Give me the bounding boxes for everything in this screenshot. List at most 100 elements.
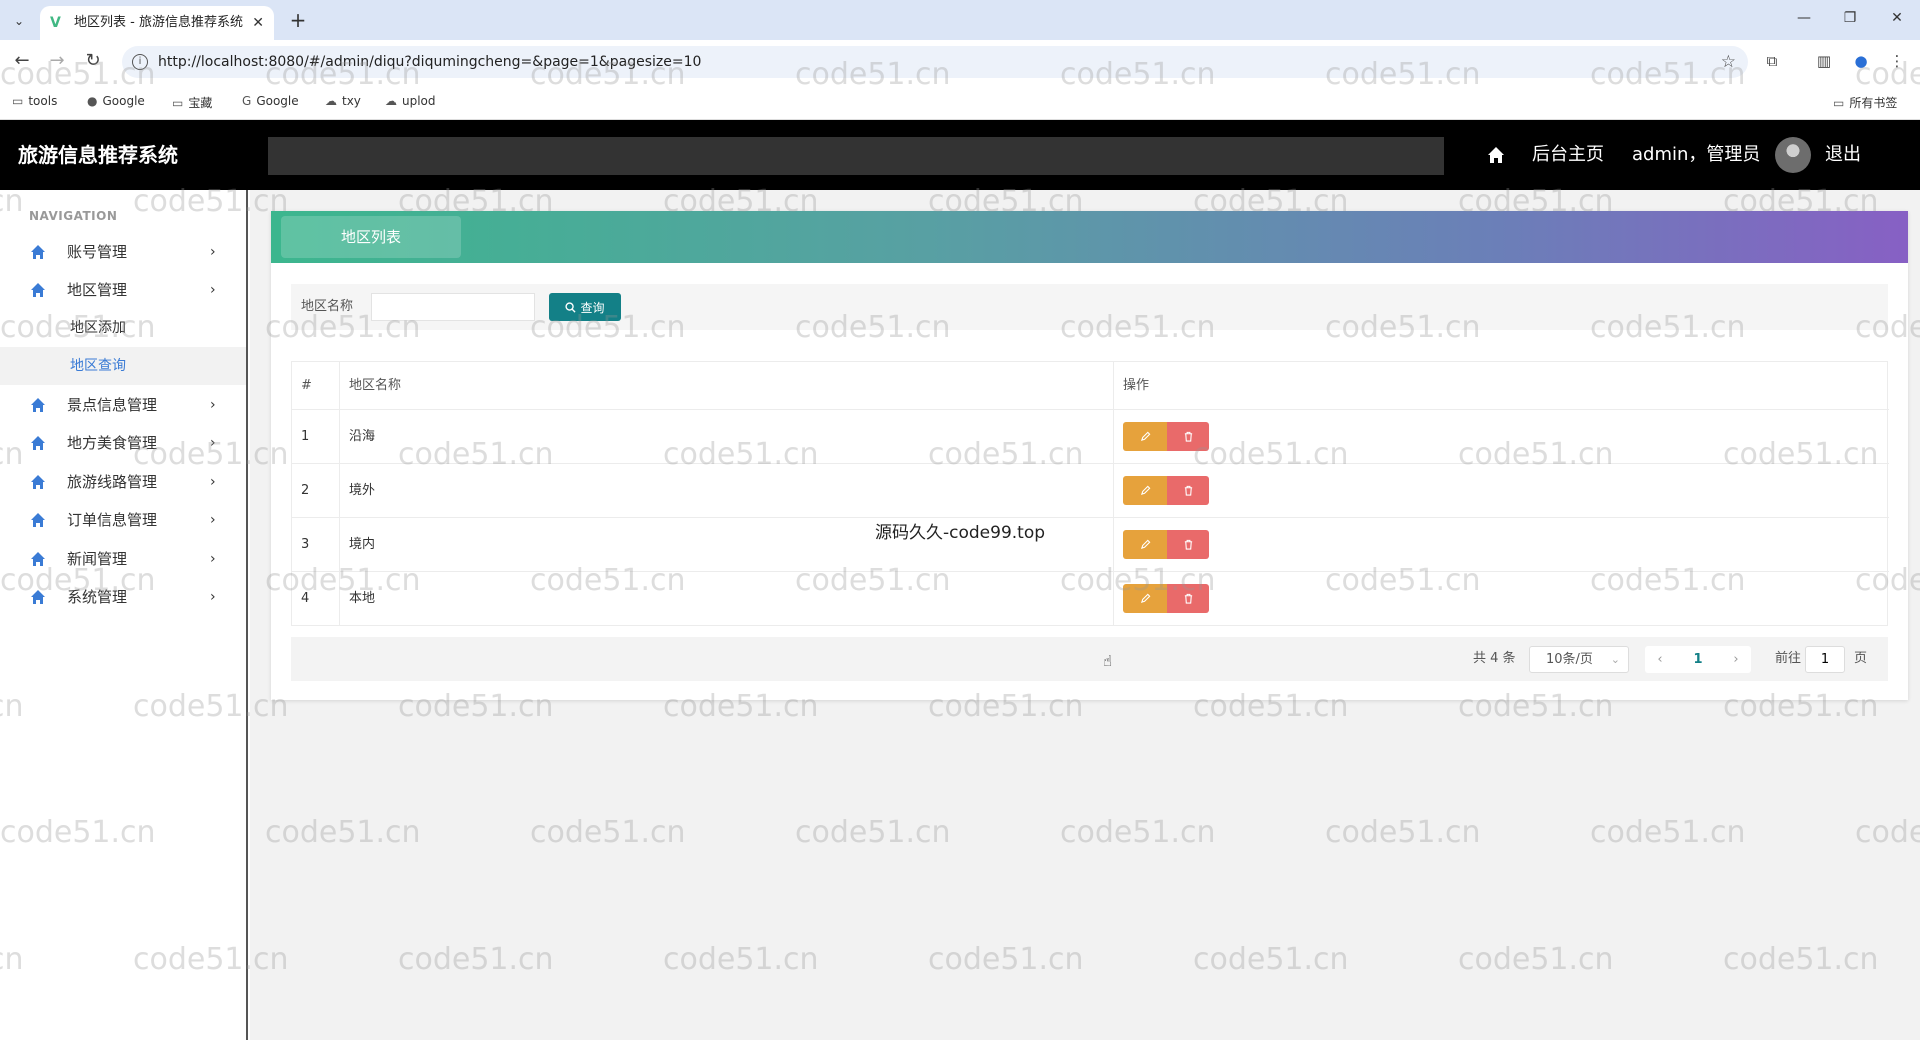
bookmark-uplod[interactable]: ☁ uplod (385, 94, 436, 108)
home-icon (31, 552, 45, 566)
edit-button[interactable] (1123, 584, 1167, 613)
cloud-icon: ☁ (325, 94, 337, 108)
restore-icon[interactable]: ❐ (1838, 10, 1862, 26)
trash-icon (1184, 593, 1192, 604)
home-icon[interactable] (1487, 146, 1505, 164)
home-icon (31, 513, 45, 527)
avatar[interactable] (1775, 137, 1811, 173)
page-suffix: 页 (1854, 651, 1868, 666)
logout-link[interactable]: 退出 (1825, 120, 1861, 190)
delete-button[interactable] (1167, 584, 1209, 613)
search-button[interactable]: 查询 (549, 293, 621, 321)
sidebar-item-food[interactable]: 地方美食管理 › (0, 424, 246, 462)
sidebar-item-system[interactable]: 系统管理 › (0, 578, 246, 616)
pencil-icon (1140, 593, 1150, 604)
home-icon (31, 398, 45, 412)
prev-page-icon[interactable]: ‹ (1651, 646, 1669, 673)
delete-button[interactable] (1167, 530, 1209, 559)
bookmark-txy[interactable]: ☁ txy (325, 94, 361, 108)
chevron-right-icon: › (210, 589, 216, 605)
edit-button[interactable] (1123, 476, 1167, 505)
bookmark-tools[interactable]: ▭ tools (12, 94, 57, 108)
row-number: 1 (292, 410, 340, 463)
profile-icon[interactable]: ● (1850, 52, 1872, 70)
page-title: 地区列表 (281, 216, 461, 258)
current-page[interactable]: 1 (1683, 646, 1713, 673)
browser-tab[interactable]: V 地区列表 - 旅游信息推荐系统 ✕ (40, 6, 274, 40)
home-icon (31, 436, 45, 450)
table-row: 3 境内 (292, 518, 1889, 572)
forward-icon[interactable]: → (45, 50, 69, 72)
chevron-right-icon: › (210, 244, 216, 260)
menu-icon[interactable]: ⋮ (1886, 52, 1908, 70)
tab-list-icon[interactable]: ⌄ (8, 10, 30, 32)
folder-icon: ▭ (1833, 96, 1845, 110)
back-icon[interactable]: ← (10, 50, 34, 72)
table-row: 2 境外 (292, 464, 1889, 518)
sidebar-item-region[interactable]: 地区管理 › (0, 271, 246, 309)
next-page-icon[interactable]: › (1727, 646, 1745, 673)
edit-button[interactable] (1123, 530, 1167, 559)
address-bar[interactable]: i http://localhost:8080/#/admin/diqu?diq… (122, 46, 1748, 78)
nav-caption: NAVIGATION (29, 209, 118, 223)
sidebar-item-label: 新闻管理 (67, 550, 128, 568)
bookmark-star-icon[interactable]: ☆ (1721, 52, 1736, 72)
home-link[interactable]: 后台主页 (1532, 120, 1604, 190)
sidebar-item-label: 账号管理 (67, 243, 128, 261)
sidebar-item-news[interactable]: 新闻管理 › (0, 540, 246, 578)
reload-icon[interactable]: ↻ (81, 50, 105, 72)
folder-icon: ▭ (12, 94, 24, 108)
table-row: 4 本地 (292, 572, 1889, 626)
search-input[interactable] (371, 293, 535, 321)
pagination: 共 4 条 10条/页 ⌄ ‹ 1 › 前往 页 (291, 637, 1888, 681)
sidebar-item-orders[interactable]: 订单信息管理 › (0, 501, 246, 539)
sidebar-item-attractions[interactable]: 景点信息管理 › (0, 386, 246, 424)
bookmark-baozang[interactable]: ▭ 宝藏 (172, 94, 212, 111)
sidebar-item-routes[interactable]: 旅游线路管理 › (0, 463, 246, 501)
trash-icon (1184, 539, 1192, 550)
extensions-icon[interactable]: ⧉ (1761, 52, 1783, 70)
sidepanel-icon[interactable]: ▥ (1813, 52, 1835, 70)
search-label: 地区名称 (301, 299, 354, 314)
sidebar-item-label: 地区添加 (70, 320, 126, 336)
trash-icon (1184, 431, 1192, 442)
chevron-right-icon: › (210, 435, 216, 451)
edit-button[interactable] (1123, 422, 1167, 451)
sidebar-item-label: 地区查询 (70, 358, 126, 374)
column-header-num: # (292, 362, 340, 409)
sidebar-subitem-region-add[interactable]: 地区添加 (0, 309, 246, 347)
minimize-icon[interactable]: — (1792, 10, 1816, 26)
close-window-icon[interactable]: ✕ (1885, 10, 1909, 26)
tab-close-icon[interactable]: ✕ (252, 6, 264, 40)
all-bookmarks[interactable]: ▭ 所有书签 (1833, 94, 1897, 111)
google-icon: G (242, 94, 252, 108)
row-number: 4 (292, 572, 340, 626)
pager-controls: ‹ 1 › (1645, 646, 1751, 673)
sidebar-item-label: 地方美食管理 (67, 434, 158, 452)
delete-button[interactable] (1167, 476, 1209, 505)
search-icon (565, 301, 577, 313)
page-size-select[interactable]: 10条/页 ⌄ (1529, 646, 1629, 673)
browser-toolbar: ← → ↻ i http://localhost:8080/#/admin/di… (0, 40, 1920, 84)
home-icon (31, 283, 45, 297)
delete-button[interactable] (1167, 422, 1209, 451)
header-search-bar (268, 137, 1444, 175)
bookmark-google-2[interactable]: G Google (242, 94, 299, 108)
main-content: 地区列表 地区名称 查询 # 地区名称 操作 1 沿海 2 境外 3 境内 4 … (250, 190, 1920, 1040)
browser-tab-bar: ⌄ V 地区列表 - 旅游信息推荐系统 ✕ + — ❐ ✕ (0, 0, 1920, 40)
sidebar-subitem-region-query[interactable]: 地区查询 (0, 347, 246, 385)
address-url[interactable]: http://localhost:8080/#/admin/diqu?diqum… (158, 46, 701, 78)
pencil-icon (1140, 539, 1150, 550)
new-tab-icon[interactable]: + (284, 8, 312, 34)
sidebar-item-label: 系统管理 (67, 588, 128, 606)
goto-page-input[interactable] (1805, 646, 1845, 673)
bookmark-google[interactable]: ● Google (87, 94, 145, 108)
home-icon (31, 590, 45, 604)
site-info-icon[interactable]: i (132, 54, 148, 70)
region-table: # 地区名称 操作 1 沿海 2 境外 3 境内 4 本地 (291, 361, 1889, 626)
column-header-name[interactable]: 地区名称 (340, 362, 1114, 409)
region-name: 沿海 (340, 410, 1114, 463)
sidebar-item-account[interactable]: 账号管理 › (0, 233, 246, 271)
table-row: 1 沿海 (292, 410, 1889, 464)
folder-icon: ▭ (172, 96, 184, 110)
